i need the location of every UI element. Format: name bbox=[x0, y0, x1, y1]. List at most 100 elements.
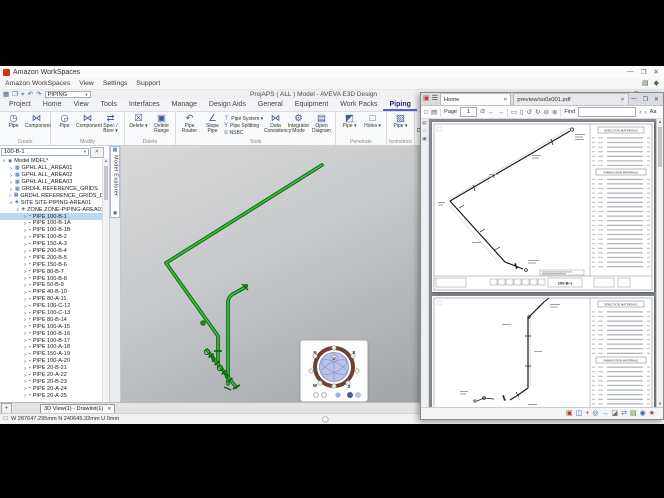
ribbon-tab[interactable]: Project bbox=[3, 99, 37, 111]
tree-item[interactable]: ∨ ◉ Model MDFL* bbox=[0, 158, 103, 165]
tree-item[interactable]: > ▦ GRDHL REFERENCE_GRIDS bbox=[0, 186, 103, 193]
expand-arrow-icon[interactable]: > bbox=[23, 352, 27, 357]
minimize-icon[interactable]: — bbox=[627, 68, 634, 76]
tree-item[interactable]: > ▦ GRDHL REFERENCE_GRIDS_DETAIL bbox=[0, 192, 103, 199]
scrollbar-thumb[interactable] bbox=[658, 127, 662, 167]
expand-arrow-icon[interactable]: > bbox=[23, 379, 27, 384]
snap-checkbox[interactable]: ☐ bbox=[3, 416, 8, 422]
expand-arrow-icon[interactable]: > bbox=[23, 297, 27, 302]
compass-east-label[interactable]: E bbox=[352, 350, 355, 355]
open-diagram-button[interactable]: ▤Open Diagram bbox=[310, 113, 333, 135]
nsbc-button[interactable]: ≡NSBC bbox=[224, 130, 264, 136]
pdf-page-area[interactable]: ERECTION MATERIALS FABRICATION MATERIALS bbox=[429, 119, 656, 407]
close-icon[interactable]: ✕ bbox=[620, 97, 624, 103]
tree-item[interactable]: > ▪ PIPE 40-B-10 bbox=[0, 289, 103, 296]
expand-arrow-icon[interactable]: > bbox=[23, 304, 27, 309]
pipe-system-button[interactable]: ⊤Pipe System ▾ bbox=[224, 115, 264, 122]
expand-arrow-icon[interactable]: > bbox=[23, 393, 27, 398]
fit-page-icon[interactable]: ▯ bbox=[520, 108, 524, 116]
expand-arrow-icon[interactable]: > bbox=[23, 228, 27, 233]
view-list-dropdown[interactable]: ▾ bbox=[1, 403, 12, 414]
tree-item[interactable]: ∨ ◈ ZONE ZONE-PIPING-AREA01 bbox=[0, 206, 103, 213]
scrollbar-thumb[interactable] bbox=[104, 166, 108, 200]
tree-item[interactable]: > ▪ PIPE 100-A-18 bbox=[0, 344, 103, 351]
pdf-app-icon[interactable]: ▣ bbox=[423, 94, 430, 104]
expand-arrow-icon[interactable]: > bbox=[23, 262, 27, 267]
tree-item[interactable]: > ▪ PIPE 100-C-13 bbox=[0, 310, 103, 317]
ribbon-tab[interactable]: Equipment bbox=[289, 99, 334, 111]
menu-item[interactable]: Amazon WorkSpaces bbox=[5, 80, 70, 87]
pdf-add-icon[interactable]: + bbox=[585, 409, 589, 419]
pdf-scrollbar[interactable]: ▲▼ bbox=[656, 119, 663, 407]
rotate-left-icon[interactable]: ↺ bbox=[527, 108, 532, 116]
modify-component-button[interactable]: ⋈Component bbox=[76, 113, 99, 135]
expand-arrow-icon[interactable]: > bbox=[9, 193, 12, 198]
tree-item[interactable]: > ▪ PIPE 80-A-11 bbox=[0, 296, 103, 303]
tree-item[interactable]: > ▦ GPHL ALL_AREA03 bbox=[0, 179, 103, 186]
maximize-icon[interactable]: ❐ bbox=[641, 68, 647, 76]
expand-arrow-icon[interactable]: > bbox=[23, 249, 27, 254]
ribbon-tab[interactable]: Manage bbox=[166, 99, 203, 111]
close-icon[interactable]: ✕ bbox=[503, 97, 507, 103]
tree-item[interactable]: > ▪ PIPE 100-C-12 bbox=[0, 303, 103, 310]
expand-arrow-icon[interactable]: > bbox=[9, 166, 13, 171]
pdf-layout-icon[interactable]: ◫ bbox=[576, 409, 583, 419]
tree-item[interactable]: > ▪ PIPE 200-B-4 bbox=[0, 248, 103, 255]
tree-item[interactable]: > ▪ PIPE 150-A-19 bbox=[0, 351, 103, 358]
expand-arrow-icon[interactable]: > bbox=[23, 276, 27, 281]
expand-arrow-icon[interactable]: > bbox=[23, 324, 27, 329]
find-input[interactable] bbox=[578, 107, 636, 117]
expand-arrow-icon[interactable]: > bbox=[23, 235, 27, 240]
pdf-sheet-icon[interactable]: ▤ bbox=[630, 409, 637, 419]
tree-item[interactable]: > ▪ PIPE 100-A-15 bbox=[0, 323, 103, 330]
expand-arrow-icon[interactable]: > bbox=[23, 345, 27, 350]
tree-item[interactable]: > ▦ GPHL ALL_AREA01 bbox=[0, 165, 103, 172]
isometrics-pipe-button[interactable]: ▨Pipe ▾ bbox=[389, 113, 412, 129]
pdf-close-icon[interactable]: ✕ bbox=[654, 96, 659, 103]
compass-south-label[interactable]: S bbox=[347, 384, 350, 389]
menu-item[interactable]: Settings bbox=[103, 80, 128, 87]
expand-arrow-icon[interactable]: > bbox=[23, 283, 27, 288]
print-icon[interactable]: ▤ bbox=[431, 108, 437, 116]
modify-pipe-button[interactable]: ◶Pipe bbox=[53, 113, 76, 135]
pdf-tab-document[interactable]: preview/so0s001.pdf ✕ bbox=[513, 93, 628, 105]
expand-arrow-icon[interactable]: > bbox=[9, 180, 13, 185]
fit-width-icon[interactable]: ▭ bbox=[511, 108, 517, 116]
close-icon[interactable]: ✕ bbox=[654, 68, 659, 76]
create-pipe-button[interactable]: ◷Pipe bbox=[2, 113, 25, 129]
tree-item[interactable]: > ▪ PIPE 100-B-1 bbox=[0, 213, 103, 220]
next-page-icon[interactable]: → bbox=[497, 109, 504, 116]
zoom-in-icon[interactable]: ⊕ bbox=[552, 108, 557, 116]
expand-arrow-icon[interactable]: > bbox=[23, 338, 27, 343]
rotate-right-icon[interactable]: ↻ bbox=[535, 108, 540, 116]
tree-item[interactable]: > ▪ PIPE 100-B-8 bbox=[0, 275, 103, 282]
slope-pipe-button[interactable]: ∠Slope Pipe bbox=[201, 113, 224, 135]
expand-arrow-icon[interactable]: ∨ bbox=[9, 200, 13, 206]
model-explorer-tab[interactable]: ▦ Model Explorer ▣ bbox=[110, 146, 120, 218]
pin-icon[interactable]: ▣ bbox=[113, 210, 117, 216]
window-icon[interactable]: ❐ bbox=[12, 91, 18, 99]
expand-arrow-icon[interactable]: > bbox=[23, 214, 27, 219]
expand-arrow-icon[interactable]: > bbox=[23, 331, 27, 336]
tree-item[interactable]: > ▪ PIPE 100-B-1B bbox=[0, 227, 103, 234]
pdf-tab-home[interactable]: Home ✕ bbox=[440, 93, 512, 105]
zoom-out-icon[interactable]: ⊖ bbox=[543, 108, 548, 116]
ribbon-tab[interactable]: Piping bbox=[383, 99, 416, 111]
health-icon[interactable]: ◆ bbox=[654, 79, 659, 87]
find-prev-icon[interactable]: ‹ bbox=[639, 109, 641, 116]
create-component-button[interactable]: ⋈Component bbox=[25, 113, 48, 129]
match-case-toggle[interactable]: Aa bbox=[650, 109, 657, 115]
ribbon-tab[interactable]: General bbox=[252, 99, 289, 111]
expand-arrow-icon[interactable]: > bbox=[23, 359, 27, 364]
expand-arrow-icon[interactable]: > bbox=[23, 290, 27, 295]
compass-west-label[interactable]: W bbox=[313, 383, 318, 388]
expand-arrow-icon[interactable]: > bbox=[9, 187, 13, 192]
tree-item[interactable]: > ▪ PIPE 20-A-24 bbox=[0, 385, 103, 392]
tree-item[interactable]: > ▪ PIPE 100-A-20 bbox=[0, 358, 103, 365]
delete-range-button[interactable]: ▣Delete Range bbox=[150, 113, 173, 135]
integrator-mode-button[interactable]: ⚙Integrator Mode bbox=[287, 113, 310, 135]
expand-arrow-icon[interactable]: > bbox=[23, 221, 27, 226]
tree-item[interactable]: > ▪ PIPE 100-B-17 bbox=[0, 337, 103, 344]
pdf-star-icon[interactable]: ★ bbox=[649, 409, 655, 419]
expand-arrow-icon[interactable]: > bbox=[23, 373, 27, 378]
